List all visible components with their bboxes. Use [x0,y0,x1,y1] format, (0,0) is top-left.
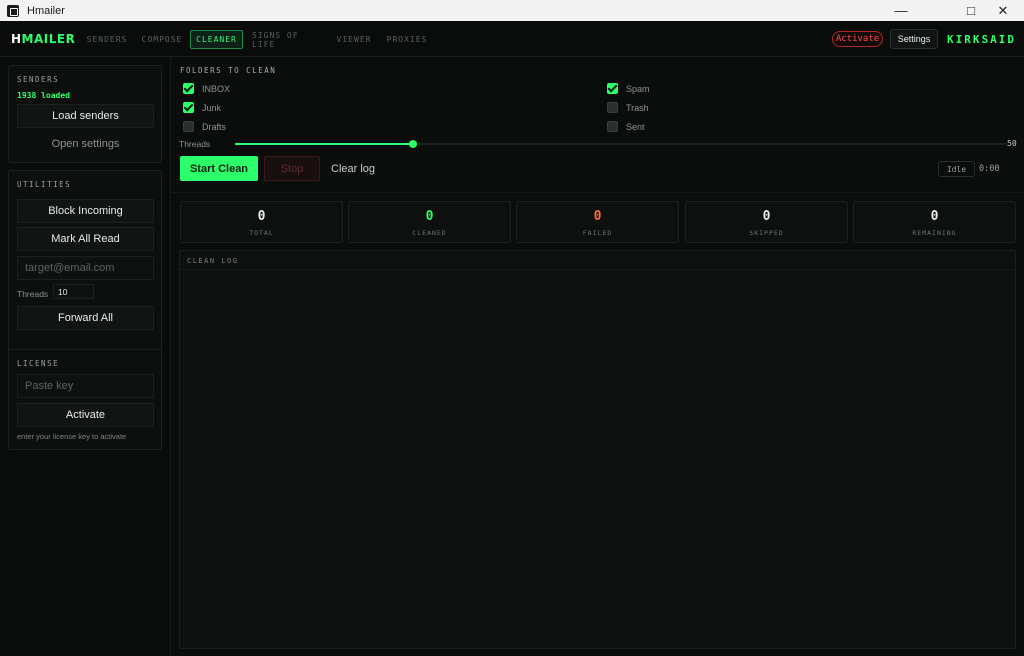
license-title: LICENSE [17,359,60,368]
stat-failed-label: FAILED [582,229,613,237]
tab-signs-of-life[interactable]: SIGNS OF LIFE [252,30,322,49]
load-senders-button[interactable]: Load senders [17,104,154,128]
section-divider [171,192,1024,193]
clean-log-panel[interactable]: CLEAN LOG [179,250,1016,649]
license-panel: LICENSE Paste key Activate enter your li… [8,349,162,450]
stop-button[interactable]: Stop [264,156,320,181]
folder-checkbox-drafts[interactable] [183,121,194,132]
threads-slider-handle[interactable] [408,140,417,148]
brand-logo: HMAILER [11,32,76,46]
clean-log-divider [180,269,1015,270]
tab-compose[interactable]: COMPOSE [140,30,184,49]
stat-total-label: TOTAL [249,229,274,237]
stat-remaining-value: 0 [930,209,939,224]
stat-failed: 0 FAILED [516,201,679,243]
utilities-threads-input[interactable]: 10 [53,284,94,299]
folder-label-inbox: INBOX [202,84,231,94]
threads-value: 50 [1007,139,1017,148]
tab-viewer[interactable]: VIEWER [334,30,374,49]
stat-total: 0 TOTAL [180,201,343,243]
folder-label-trash: Trash [626,103,649,113]
username-label: KIRKSAID [947,33,1016,46]
folder-label-spam: Spam [626,84,650,94]
license-hint: enter your license key to activate [17,432,127,441]
senders-loaded-count: 1938 loaded [17,91,70,100]
stat-cleaned: 0 CLEANED [348,201,511,243]
stat-remaining-label: REMAINING [912,229,957,237]
stat-skipped-label: SKIPPED [749,229,784,237]
stat-cleaned-label: CLEANED [412,229,447,237]
folder-checkbox-trash[interactable] [607,102,618,113]
cleaner-main: FOLDERS TO CLEAN INBOX Spam Junk Trash D… [171,57,1024,656]
settings-button[interactable]: Settings [890,29,938,49]
senders-panel: SENDERS 1938 loaded Load senders Open se… [8,65,162,163]
block-incoming-button[interactable]: Block Incoming [17,199,154,223]
status-badge: Idle [938,161,975,177]
folder-label-drafts: Drafts [202,122,227,132]
minimize-icon[interactable]: — [878,0,924,21]
threads-slider-fill [235,143,413,145]
clean-log-title: CLEAN LOG [187,257,239,265]
folder-label-junk: Junk [202,103,222,113]
stat-cleaned-value: 0 [425,209,434,224]
target-email-input[interactable]: target@email.com [17,256,154,280]
window-titlebar: Hmailer — □ ✕ [0,0,1024,21]
tab-cleaner[interactable]: CLEANER [190,30,243,49]
activate-button[interactable]: Activate [17,403,154,427]
license-key-input[interactable]: Paste key [17,374,154,398]
folder-checkbox-sent[interactable] [607,121,618,132]
forward-all-button[interactable]: Forward All [17,306,154,330]
activate-license-button[interactable]: Activate [832,31,883,47]
tab-proxies[interactable]: PROXIES [386,30,428,49]
folders-title: FOLDERS TO CLEAN [180,66,277,75]
utilities-threads-label: Threads [17,289,49,299]
mark-all-read-button[interactable]: Mark All Read [17,227,154,251]
threads-label: Threads [179,139,211,149]
folder-checkbox-inbox[interactable] [183,83,194,94]
sidebar: SENDERS 1938 loaded Load senders Open se… [0,57,171,656]
stat-total-value: 0 [257,209,266,224]
stat-failed-value: 0 [593,209,602,224]
tab-senders[interactable]: SENDERS [85,30,129,49]
clear-log-button[interactable]: Clear log [331,156,375,181]
folder-checkbox-junk[interactable] [183,102,194,113]
utilities-title: UTILITIES [17,180,72,189]
folder-label-sent: Sent [626,122,645,132]
threads-slider[interactable] [235,140,1007,148]
stat-remaining: 0 REMAINING [853,201,1016,243]
start-clean-button[interactable]: Start Clean [180,156,258,181]
folder-checkbox-spam[interactable] [607,83,618,94]
elapsed-timer: 0:00 [979,164,1000,174]
open-settings-button[interactable]: Open settings [17,132,154,156]
window-title: Hmailer [27,4,65,17]
app-icon [7,4,19,17]
senders-title: SENDERS [17,75,60,84]
close-icon[interactable]: ✕ [980,0,1024,21]
stat-skipped-value: 0 [762,209,771,224]
stat-skipped: 0 SKIPPED [685,201,848,243]
